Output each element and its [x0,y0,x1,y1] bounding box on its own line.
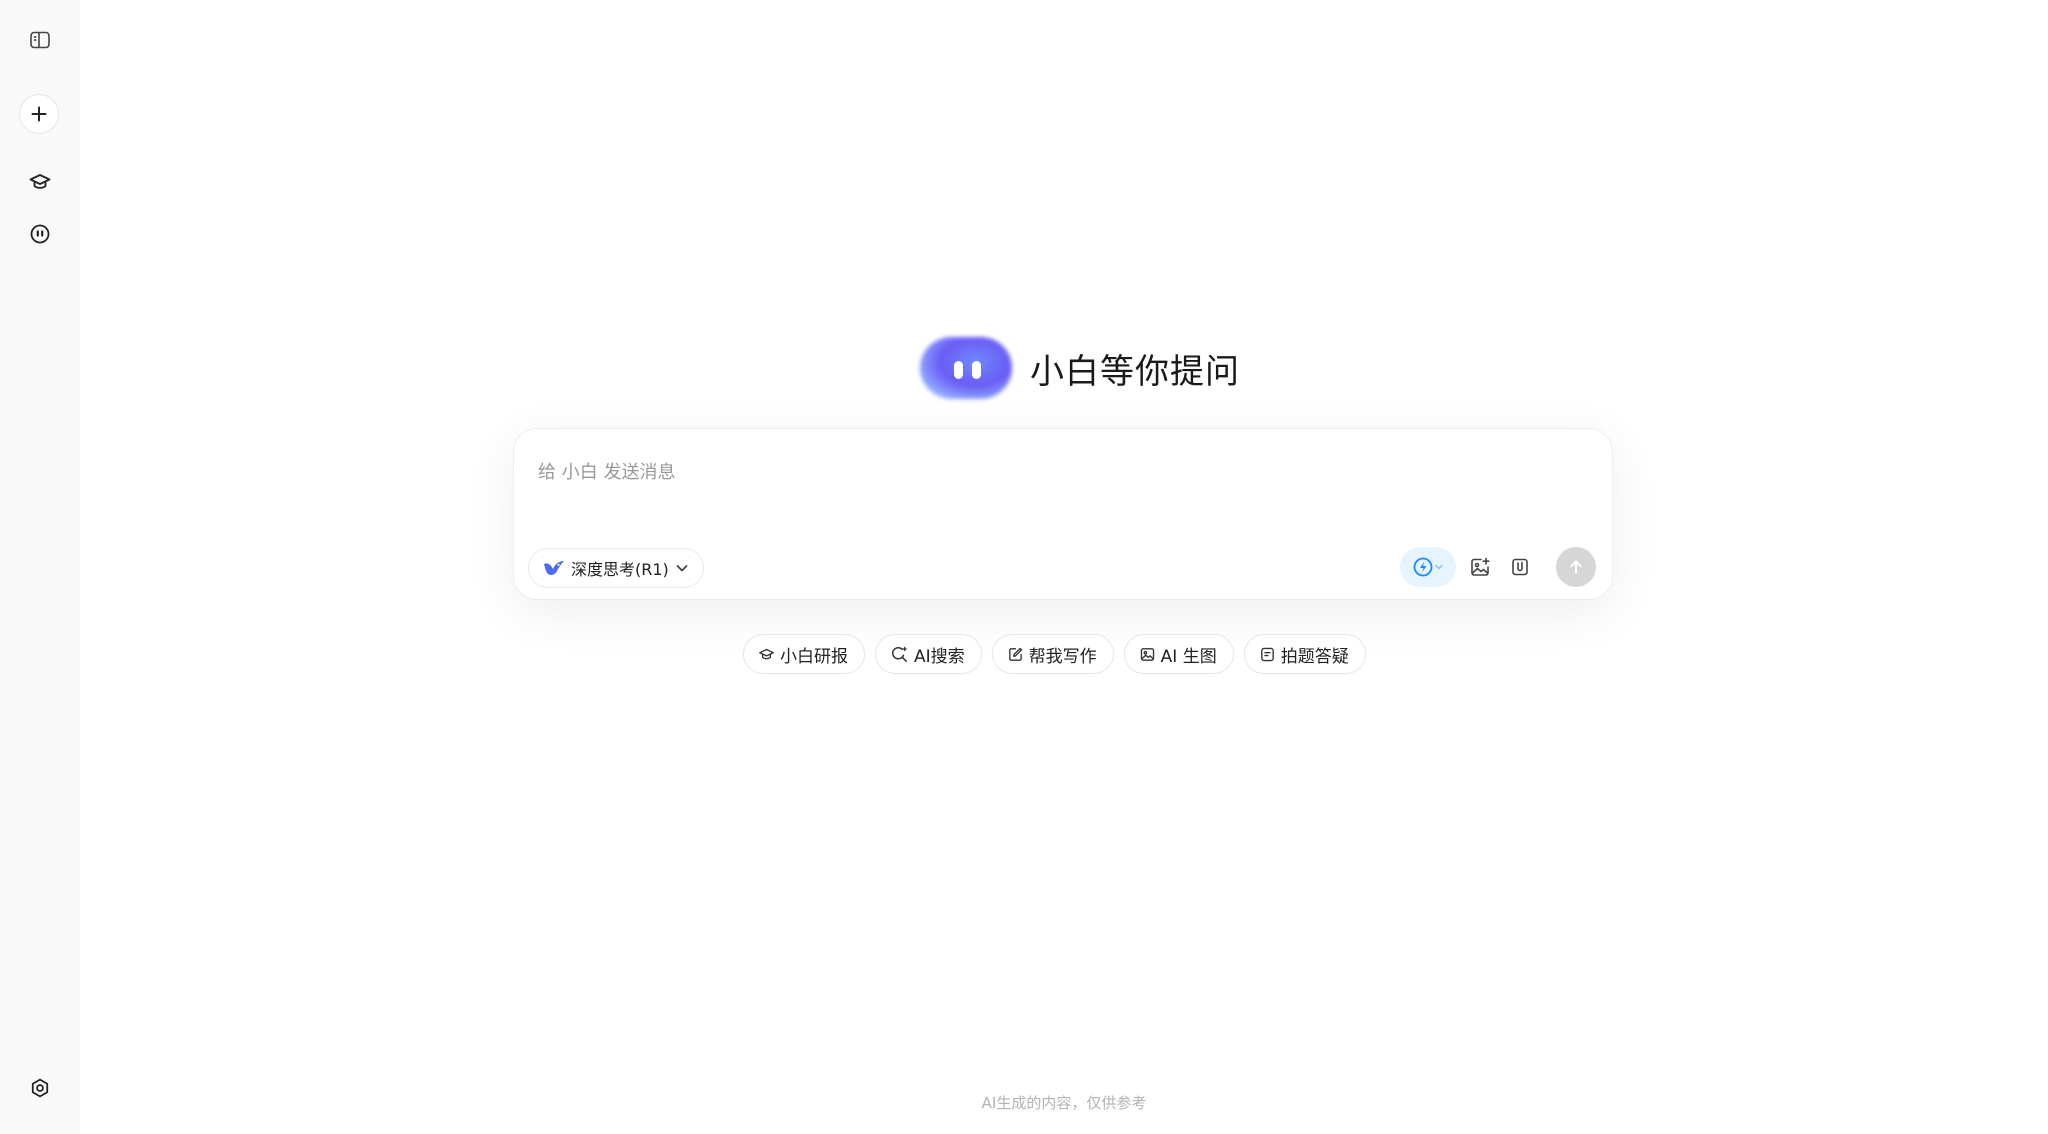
new-chat-button[interactable] [19,94,59,134]
message-input[interactable]: 给 小白 发送消息 [538,458,675,484]
chip-help-write[interactable]: 帮我写作 [991,634,1114,674]
sidebar [0,0,80,1134]
hero: 小白等你提问 [920,333,1240,403]
chip-photo-question[interactable]: 拍题答疑 [1243,634,1366,674]
plus-icon [31,106,47,122]
chip-label: 小白研报 [780,646,848,667]
settings-button[interactable] [20,1068,60,1108]
chip-label: 帮我写作 [1028,646,1097,667]
note-icon [1260,647,1274,661]
chip-label: AI 生图 [1160,646,1217,667]
research-report-button[interactable] [20,162,60,202]
lightning-icon [1413,557,1433,577]
model-select-button[interactable]: 深度思考(R1) [528,548,704,588]
assistant-logo [920,337,1012,399]
paperclip-icon [1512,558,1528,576]
send-button[interactable] [1556,547,1596,587]
disclaimer: AI生成的内容，仅供参考 [981,1094,1147,1112]
sidebar-toggle-button[interactable] [20,20,60,60]
graduation-cap-icon [759,648,774,659]
model-select-label: 深度思考(R1) [571,560,669,579]
image-icon [1140,647,1154,661]
chip-ai-search[interactable]: AI搜索 [875,634,982,674]
search-sparkle-icon [892,646,907,662]
chip-research-report[interactable]: 小白研报 [743,634,865,674]
attach-file-button[interactable] [1504,551,1536,583]
hero-title: 小白等你提问 [1030,351,1240,392]
chip-ai-image[interactable]: AI 生图 [1123,634,1234,674]
message-composer: 给 小白 发送消息 深度思考(R1) [513,428,1613,600]
settings-icon [31,1078,49,1098]
chevron-down-icon [1435,564,1443,570]
quick-actions: 小白研报 AI搜索 帮我写作 AI 生图 拍题答疑 [743,634,1366,674]
chevron-down-icon [676,565,688,572]
agent-button[interactable] [20,214,60,254]
chip-label: AI搜索 [914,646,965,667]
deep-think-logo-icon [544,561,564,575]
image-add-icon [1471,557,1490,576]
bot-face-icon [30,224,50,244]
edit-icon [1008,647,1022,661]
chip-label: 拍题答疑 [1280,646,1349,667]
main-area: 小白等你提问 给 小白 发送消息 深度思考(R1) 小白研报 AI搜索 帮我写作… [80,0,2048,1134]
composer-tools [1400,546,1596,588]
graduation-cap-icon [29,174,51,189]
upload-image-button[interactable] [1464,551,1496,583]
quick-mode-toggle[interactable] [1400,547,1456,587]
sidebar-toggle-icon [30,31,50,49]
arrow-up-icon [1570,560,1582,574]
